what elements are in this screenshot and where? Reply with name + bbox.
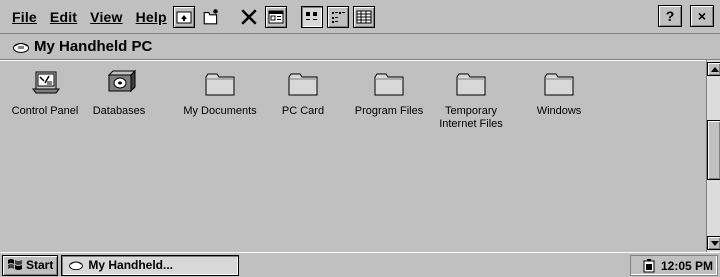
scroll-up-button[interactable] [707, 62, 720, 76]
control-panel-icon [32, 71, 60, 94]
small-icons-icon [331, 11, 345, 23]
scroll-down-button[interactable] [707, 236, 720, 250]
toolbar-group-edit [237, 5, 291, 29]
new-folder-icon [203, 8, 218, 24]
toolbar-group-nav [172, 5, 227, 29]
new-folder-button[interactable] [199, 5, 223, 29]
address-bar: My Handheld PC [0, 34, 720, 60]
menu-bar: File Edit View Help ? × [0, 0, 720, 34]
small-icons-button[interactable] [326, 5, 349, 28]
clock[interactable]: 12:05 PM [661, 259, 713, 273]
scroll-thumb[interactable] [707, 120, 720, 180]
file-view: Control Panel Databases My Documents PC … [0, 60, 706, 252]
large-icons-icon [305, 11, 317, 20]
location-title: My Handheld PC [34, 38, 153, 55]
system-tray: 12:05 PM [630, 255, 718, 276]
large-icons-button[interactable] [300, 5, 323, 28]
databases-icon [107, 69, 137, 93]
folder-icon [374, 73, 404, 96]
properties-icon [268, 10, 284, 23]
handheld-pc-icon [13, 42, 29, 53]
windows-logo-icon [8, 259, 22, 270]
vertical-scrollbar[interactable] [706, 60, 720, 252]
up-folder-icon [176, 11, 192, 23]
folder-icon [456, 73, 486, 96]
arrow-up-icon [711, 67, 719, 72]
start-label: Start [26, 258, 54, 272]
item-label: Windows [536, 105, 582, 117]
item-label: PC Card [281, 105, 325, 117]
taskbar: Start My Handheld... 12:05 PM [0, 252, 720, 277]
folder-icon [544, 73, 574, 96]
help-button[interactable]: ? [658, 5, 682, 27]
arrow-down-icon [711, 241, 719, 246]
item-my-documents[interactable]: My Documents [175, 69, 265, 118]
item-label-line1: Temporary [445, 105, 497, 117]
item-pc-card[interactable]: PC Card [258, 69, 348, 118]
menu-file[interactable]: File [12, 9, 37, 25]
icon-grid: Control Panel Databases My Documents PC … [0, 61, 706, 253]
item-temporary-internet-files[interactable]: Temporary Internet Files [426, 69, 516, 131]
details-icon [356, 10, 372, 23]
window-controls: ? × [650, 5, 714, 27]
item-databases[interactable]: Databases [74, 69, 164, 118]
delete-icon [241, 8, 257, 25]
item-label: Databases [92, 105, 146, 117]
details-button[interactable] [352, 5, 375, 28]
start-button[interactable]: Start [2, 254, 59, 276]
item-label-line2: Internet Files [439, 118, 503, 130]
delete-button[interactable] [237, 5, 261, 29]
toolbar-group-view [300, 5, 379, 28]
menu-view[interactable]: View [90, 9, 122, 25]
taskbar-window-label: My Handheld... [88, 258, 174, 272]
folder-icon [205, 73, 235, 96]
close-button[interactable]: × [690, 5, 714, 27]
handheld-pc-icon [69, 261, 84, 271]
taskbar-window-button[interactable]: My Handheld... [61, 254, 240, 276]
folder-icon [288, 73, 318, 96]
up-folder-button[interactable] [172, 5, 195, 28]
battery-icon[interactable] [643, 258, 655, 273]
menu-help[interactable]: Help [136, 9, 167, 25]
item-program-files[interactable]: Program Files [344, 69, 434, 118]
menu-edit[interactable]: Edit [50, 9, 77, 25]
item-windows[interactable]: Windows [514, 69, 604, 118]
item-label: Program Files [354, 105, 424, 117]
item-label: My Documents [183, 105, 257, 117]
properties-button[interactable] [264, 5, 287, 28]
